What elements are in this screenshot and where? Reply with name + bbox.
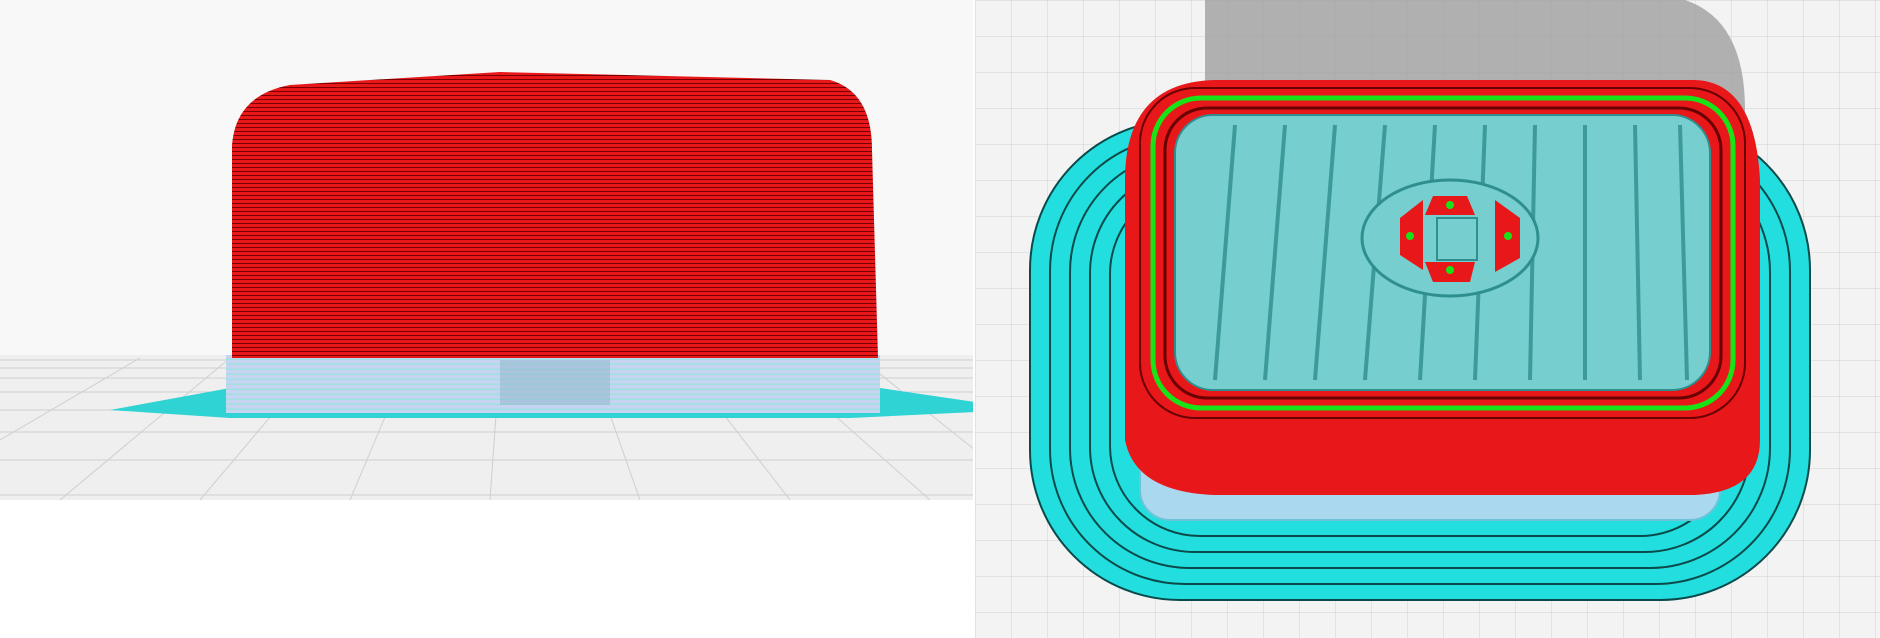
perspective-view-canvas	[975, 0, 1880, 638]
perspective-view-viewport[interactable]	[975, 0, 1880, 638]
outer-wall-layers	[232, 72, 878, 358]
side-view-canvas	[0, 0, 975, 638]
side-view-viewport[interactable]	[0, 0, 975, 638]
